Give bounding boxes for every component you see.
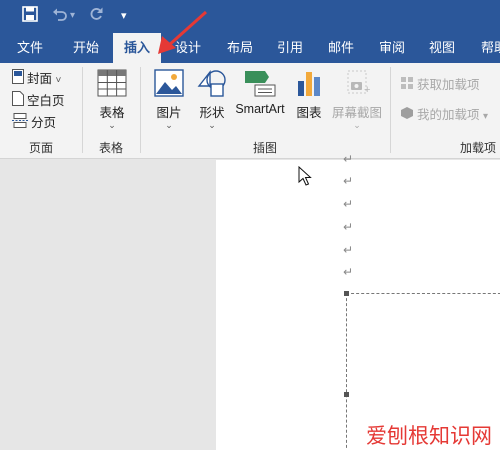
resize-handle[interactable] xyxy=(344,392,349,397)
smartart-icon xyxy=(243,71,277,100)
tab-review[interactable]: 审阅 xyxy=(368,33,416,63)
paragraph-mark: ↵ xyxy=(343,220,354,234)
chart-icon xyxy=(295,72,323,100)
table-dropdown-icon: ⌄ xyxy=(108,120,116,130)
table-icon xyxy=(97,69,127,100)
tab-file[interactable]: 文件 xyxy=(8,33,52,63)
group-label-tables: 表格 xyxy=(98,141,123,155)
blank-page-button[interactable]: 空白页 xyxy=(12,91,65,111)
resize-handle[interactable] xyxy=(344,291,349,296)
blank-page-icon xyxy=(12,91,24,112)
annotation-arrow-icon xyxy=(158,10,208,54)
group-label-pages: 页面 xyxy=(28,141,53,155)
ribbon-insert: 封面 ˅ 空白页 分页 页面 表格 ⌄ 表格 图片 ⌄ 形状 ⌄ SmartAr… xyxy=(0,63,500,159)
my-addins-icon xyxy=(400,106,414,126)
watermark: 爱刨根知识网 xyxy=(366,424,492,448)
store-icon xyxy=(400,76,414,96)
get-addins-button[interactable]: 获取加载项 xyxy=(400,75,480,95)
mouse-cursor-icon xyxy=(298,166,312,186)
paragraph-mark: ↵ xyxy=(343,265,354,279)
paragraph-mark: ↵ xyxy=(343,197,354,211)
tab-references[interactable]: 引用 xyxy=(266,33,314,63)
group-separator xyxy=(390,67,391,153)
table-button[interactable]: 表格 ⌄ xyxy=(90,69,134,130)
title-bar: ▾ ▾ xyxy=(0,0,500,33)
tab-help[interactable]: 帮助 xyxy=(470,33,500,63)
group-label-addins: 加载项 xyxy=(460,141,497,155)
chart-button[interactable]: 图表 xyxy=(292,69,326,121)
paragraph-mark: ↵ xyxy=(343,243,354,257)
screenshot-button[interactable]: + 屏幕截图 ⌄ xyxy=(328,69,386,130)
shapes-dropdown-icon: ⌄ xyxy=(208,120,216,130)
ribbon-tabs: 文件 开始 插入 设计 布局 引用 邮件 审阅 视图 帮助 xyxy=(0,33,500,63)
picture-button[interactable]: 图片 ⌄ xyxy=(150,69,188,130)
smartart-button[interactable]: SmartArt xyxy=(233,69,287,116)
page-break-button[interactable]: 分页 xyxy=(12,113,56,133)
screenshot-icon: + xyxy=(342,70,372,100)
page-break-icon xyxy=(12,113,28,134)
cover-page-icon xyxy=(12,69,24,90)
screenshot-dropdown-icon: ⌄ xyxy=(353,120,361,130)
document-background xyxy=(0,160,216,450)
tab-layout[interactable]: 布局 xyxy=(216,33,264,63)
cover-dropdown-icon: ˅ xyxy=(55,75,62,86)
paragraph-mark: ↵ xyxy=(343,152,354,166)
svg-text:+: + xyxy=(364,84,370,96)
cover-page-button[interactable]: 封面 ˅ xyxy=(12,69,61,89)
picture-icon xyxy=(154,69,184,100)
tab-mailings[interactable]: 邮件 xyxy=(317,33,365,63)
undo-icon[interactable] xyxy=(52,6,68,26)
shapes-icon xyxy=(196,69,228,100)
customize-toolbar-icon[interactable]: ▾ xyxy=(121,6,127,26)
my-addins-dropdown-icon: ▾ xyxy=(483,111,489,122)
undo-dropdown-icon[interactable]: ▾ xyxy=(70,6,75,26)
my-addins-button[interactable]: 我的加载项 ▾ xyxy=(400,105,488,125)
paragraph-mark: ↵ xyxy=(343,174,354,188)
redo-icon[interactable] xyxy=(88,6,104,26)
picture-dropdown-icon: ⌄ xyxy=(165,120,173,130)
tab-view[interactable]: 视图 xyxy=(418,33,466,63)
tab-home[interactable]: 开始 xyxy=(62,33,110,63)
save-icon[interactable] xyxy=(22,6,38,26)
shapes-button[interactable]: 形状 ⌄ xyxy=(193,69,231,130)
